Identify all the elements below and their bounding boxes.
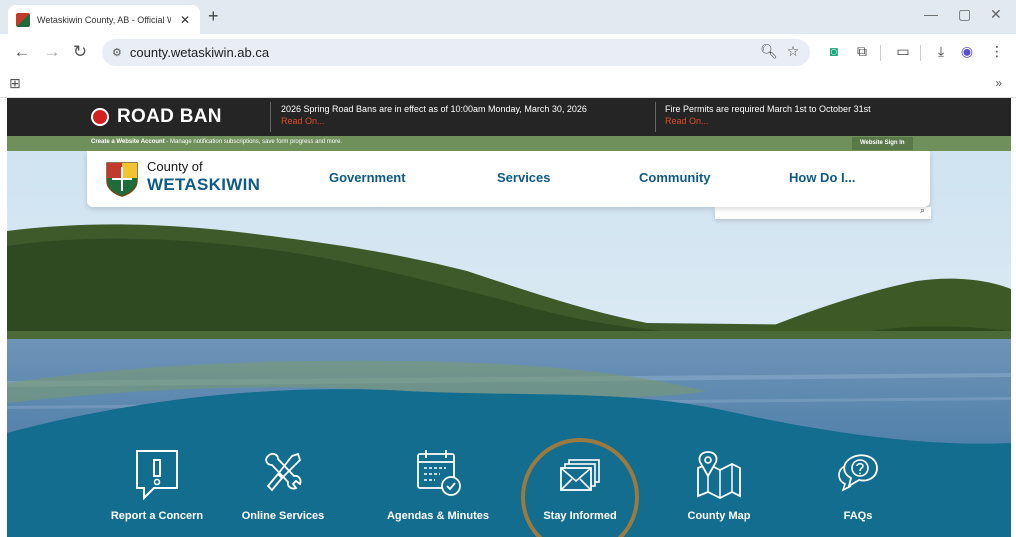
alert-item[interactable]: 2026 Spring Road Bans are in effect as o…: [281, 103, 661, 127]
report-concern-icon: [136, 450, 178, 501]
alert-dot-icon: [91, 108, 109, 126]
bookmarks-bar: ⊞ »: [0, 70, 1016, 98]
apps-grid-icon[interactable]: ⊞: [9, 75, 21, 92]
download-icon[interactable]: ⤓: [932, 43, 950, 60]
forward-icon[interactable]: →: [42, 42, 62, 62]
county-crest-icon[interactable]: [105, 161, 139, 197]
address-bar[interactable]: ⚙ county.wetaskiwin.ab.ca: [102, 39, 810, 66]
browser-toolbar: ← → ↻ ⚙ county.wetaskiwin.ab.ca 🔍︎ ☆ ◙ ⧉…: [0, 34, 1016, 70]
nav-government[interactable]: Government: [329, 170, 406, 185]
quick-link-county-map[interactable]: County Map: [654, 448, 784, 522]
alert-text: Fire Permits are required March 1st to O…: [665, 104, 871, 114]
website-viewport: ROAD BAN 2026 Spring Road Bans are in ef…: [7, 98, 1011, 537]
quick-link-report-concern[interactable]: Report a Concern: [92, 448, 222, 522]
tab-title: Wetaskiwin County, AB - Official Website…: [37, 14, 171, 25]
nav-how-do-i[interactable]: How Do I...: [789, 170, 855, 185]
profile-avatar-icon[interactable]: ◉: [958, 43, 976, 60]
logo-line1[interactable]: County of: [147, 159, 203, 174]
alert-item[interactable]: Fire Permits are required March 1st to O…: [665, 103, 965, 127]
browser-window: Wetaskiwin County, AB - Official Website…: [0, 0, 1016, 537]
bookmarks-overflow-icon[interactable]: »: [995, 76, 1002, 90]
hero-section: County of WETASKIWIN Government Services…: [7, 151, 1011, 537]
create-account-link[interactable]: Create a Website Account: [91, 139, 165, 145]
map-pin-icon: [697, 451, 741, 500]
reload-icon[interactable]: ↻: [70, 42, 90, 62]
toolbar-divider: [880, 45, 881, 61]
quick-link-agendas-minutes[interactable]: Agendas & Minutes: [373, 448, 503, 522]
quick-link-online-services[interactable]: Online Services: [218, 448, 348, 522]
account-message-text: - Manage notification subscriptions, sav…: [164, 139, 343, 145]
quick-links: Report a Concern Online Services Agendas…: [7, 151, 1011, 537]
logo-line2[interactable]: WETASKIWIN: [147, 175, 260, 195]
extensions-puzzle-icon[interactable]: ⧉: [853, 43, 871, 60]
close-window-icon[interactable]: ✕: [990, 6, 1002, 23]
restore-icon[interactable]: ▢: [958, 6, 971, 23]
quick-link-label: FAQs: [843, 510, 873, 522]
tab-strip: Wetaskiwin County, AB - Official Website…: [0, 0, 1016, 34]
site-favicon-icon: [16, 12, 30, 27]
alert-divider: [655, 102, 656, 132]
quick-link-label: Report a Concern: [110, 510, 204, 522]
question-bubble-icon: [838, 454, 878, 492]
alert-divider: [270, 102, 271, 132]
new-tab-button[interactable]: +: [208, 6, 219, 27]
read-on-link[interactable]: Read On...: [281, 115, 661, 127]
close-tab-icon[interactable]: ✕: [178, 13, 192, 27]
quick-link-label: County Map: [687, 510, 751, 522]
road-ban-label: ROAD BAN: [117, 106, 222, 127]
browser-tab[interactable]: Wetaskiwin County, AB - Official Website…: [8, 5, 200, 34]
minimize-icon[interactable]: —: [924, 6, 938, 22]
nav-community[interactable]: Community: [639, 170, 711, 185]
url-text[interactable]: county.wetaskiwin.ab.ca: [130, 45, 269, 60]
website-sign-in-button[interactable]: Website Sign In: [852, 137, 913, 150]
zoom-icon[interactable]: 🔍︎: [760, 43, 778, 60]
alert-bar: ROAD BAN 2026 Spring Road Bans are in ef…: [7, 98, 1011, 136]
quick-link-label: Agendas & Minutes: [386, 510, 490, 522]
browser-menu-icon[interactable]: ⋮: [988, 43, 1006, 60]
site-header: County of WETASKIWIN Government Services…: [87, 151, 930, 207]
read-on-link[interactable]: Read On...: [665, 115, 965, 127]
account-message: Create a Website Account - Manage notifi…: [91, 139, 342, 145]
extension-icon[interactable]: ◙: [825, 43, 843, 59]
road-ban-banner[interactable]: ROAD BAN: [91, 106, 222, 128]
nav-services[interactable]: Services: [497, 170, 551, 185]
quick-link-label: Online Services: [241, 510, 325, 522]
tools-icon: [265, 452, 302, 492]
bookmark-star-icon[interactable]: ☆: [784, 43, 802, 60]
calendar-check-icon: [417, 450, 461, 496]
site-info-icon[interactable]: ⚙: [112, 46, 122, 59]
alert-text: 2026 Spring Road Bans are in effect as o…: [281, 104, 587, 114]
toolbar-divider: [920, 45, 921, 61]
back-icon[interactable]: ←: [12, 42, 32, 62]
side-panel-icon[interactable]: ▭: [894, 43, 912, 60]
account-bar: Create a Website Account - Manage notifi…: [7, 136, 1011, 151]
quick-link-faqs[interactable]: FAQs: [793, 448, 923, 522]
